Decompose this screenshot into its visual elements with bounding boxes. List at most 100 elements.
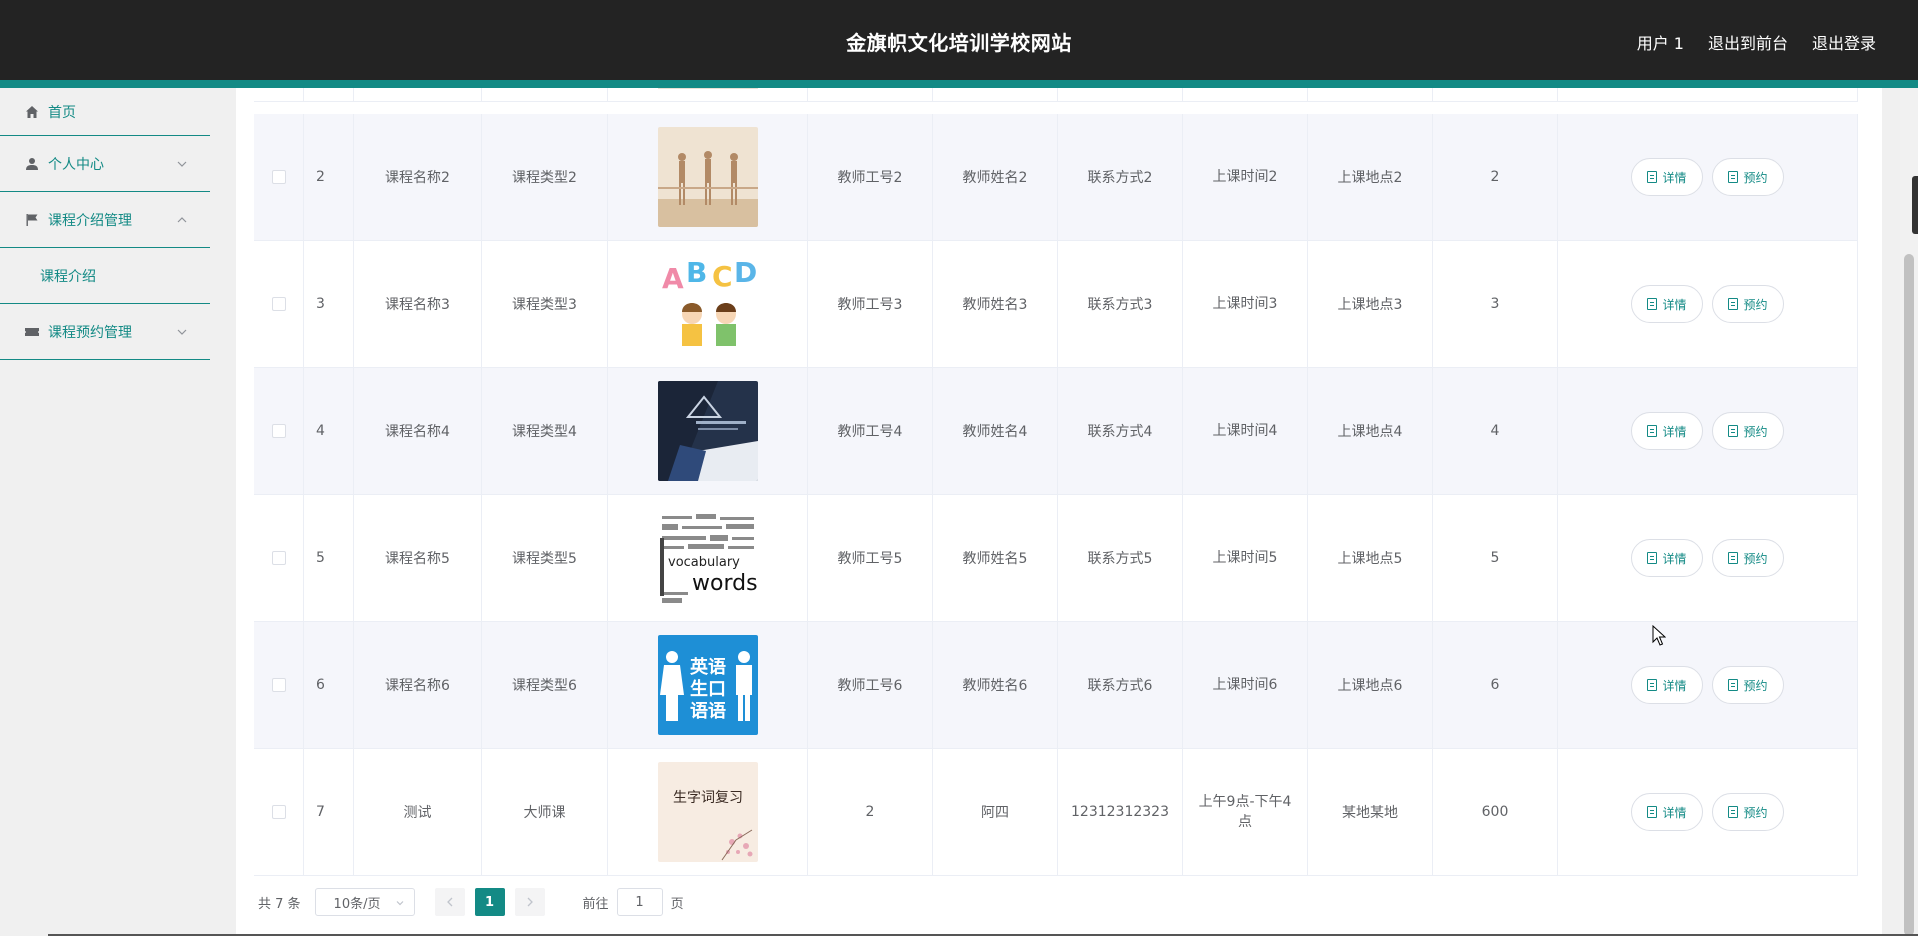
scrollbar-thumb[interactable] bbox=[1904, 254, 1914, 936]
edge-tab bbox=[1912, 176, 1918, 234]
chevron-left-icon bbox=[446, 897, 453, 907]
prev-page-button[interactable] bbox=[434, 888, 465, 916]
svg-text:D: D bbox=[734, 256, 757, 289]
detail-button[interactable]: 详情 bbox=[1631, 539, 1703, 577]
class-place: 某地某地 bbox=[1308, 749, 1433, 875]
teacher-name: 阿四 bbox=[933, 749, 1058, 875]
back-to-front-link[interactable]: 退出到前台 bbox=[1708, 30, 1788, 54]
chevron-right-icon bbox=[527, 897, 533, 907]
svg-text:B: B bbox=[686, 256, 707, 289]
thumb-text-1: 英语 bbox=[689, 656, 726, 678]
detail-button[interactable]: 详情 bbox=[1631, 666, 1703, 704]
page-number-current[interactable]: 1 bbox=[474, 888, 505, 916]
class-time: 上午9点-下午4点 bbox=[1183, 749, 1308, 875]
thumb-text-2: 生口 bbox=[690, 678, 726, 700]
teacher-no: 教师工号5 bbox=[808, 495, 933, 621]
page-size-select[interactable]: 10条/页 bbox=[314, 888, 415, 916]
teacher-no: 2 bbox=[808, 749, 933, 875]
sidebar-item-home[interactable]: 首页 bbox=[0, 88, 210, 136]
teacher-name: 教师姓名3 bbox=[933, 241, 1058, 367]
table-row: 4 课程名称4 课程类型4 教师工号4 教师姓名4 联系方式4 上课时间4 上课… bbox=[254, 368, 1858, 495]
teacher-name: 教师姓名4 bbox=[933, 368, 1058, 494]
class-time: 上课时间3 bbox=[1183, 241, 1308, 367]
site-title: 金旗帜文化培训学校网站 bbox=[846, 31, 1072, 55]
row-checkbox[interactable] bbox=[271, 297, 286, 311]
row-checkbox[interactable] bbox=[271, 170, 286, 184]
document-icon bbox=[1728, 298, 1739, 310]
row-checkbox[interactable] bbox=[271, 424, 286, 438]
course-image: vocabulary words bbox=[657, 508, 758, 608]
sidebar-item-course-booking-mgmt[interactable]: 课程预约管理 bbox=[0, 304, 210, 360]
book-button[interactable]: 预约 bbox=[1712, 285, 1784, 323]
teacher-no: 教师工号3 bbox=[808, 241, 933, 367]
document-icon bbox=[1728, 425, 1739, 437]
user-menu[interactable]: 用户 1 bbox=[1637, 30, 1684, 54]
course-type: 课程类型4 bbox=[482, 368, 608, 494]
course-type: 大师课 bbox=[482, 749, 608, 875]
pagination: 共 7 条 10条/页 1 前往 1 页 bbox=[258, 888, 684, 916]
book-button[interactable]: 预约 bbox=[1712, 539, 1784, 577]
logout-link[interactable]: 退出登录 bbox=[1812, 30, 1876, 54]
book-button[interactable]: 预约 bbox=[1712, 412, 1784, 450]
course-type: 课程类型6 bbox=[482, 622, 608, 748]
row-index: 7 bbox=[304, 749, 354, 875]
detail-button[interactable]: 详情 bbox=[1631, 412, 1703, 450]
detail-button[interactable]: 详情 bbox=[1631, 158, 1703, 196]
detail-button[interactable]: 详情 bbox=[1631, 285, 1703, 323]
sidebar-item-label: 个人中心 bbox=[48, 156, 104, 173]
document-icon bbox=[1728, 679, 1739, 691]
class-time: 上课时间6 bbox=[1183, 622, 1308, 748]
book-button[interactable]: 预约 bbox=[1712, 158, 1784, 196]
table-row-partial bbox=[254, 88, 1858, 102]
contact: 12312312323 bbox=[1058, 749, 1183, 875]
contact: 联系方式5 bbox=[1058, 495, 1183, 621]
teacher-name: 教师姓名2 bbox=[933, 114, 1058, 240]
class-time: 上课时间2 bbox=[1183, 114, 1308, 240]
sidebar-item-personal-center[interactable]: 个人中心 bbox=[0, 136, 210, 192]
user-icon bbox=[24, 156, 40, 172]
thumb-review-text: 生字词复习 bbox=[673, 789, 743, 806]
class-place: 上课地点4 bbox=[1308, 368, 1433, 494]
sidebar-subitem-course-intro[interactable]: 课程介绍 bbox=[0, 248, 210, 304]
svg-text:A: A bbox=[662, 262, 684, 295]
svg-text:C: C bbox=[712, 260, 733, 293]
row-index: 4 bbox=[304, 368, 354, 494]
sidebar-item-label: 课程预约管理 bbox=[48, 324, 132, 341]
row-checkbox[interactable] bbox=[271, 678, 286, 692]
total-count: 共 7 条 bbox=[258, 896, 301, 912]
flag-icon bbox=[24, 212, 40, 228]
header-nav: 用户 1 退出到前台 退出登录 bbox=[1637, 30, 1876, 54]
count: 2 bbox=[1433, 114, 1558, 240]
document-icon bbox=[1647, 171, 1658, 183]
table-row: 7 测试 大师课 生字词复习 2 阿四 12312312323 上午9点-下午4… bbox=[254, 749, 1858, 876]
chevron-down-icon bbox=[177, 329, 187, 335]
document-icon bbox=[1647, 552, 1658, 564]
teacher-name: 教师姓名6 bbox=[933, 622, 1058, 748]
course-image: A B C D bbox=[657, 254, 758, 354]
book-button[interactable]: 预约 bbox=[1712, 666, 1784, 704]
document-icon bbox=[1647, 425, 1658, 437]
count: 4 bbox=[1433, 368, 1558, 494]
course-image bbox=[657, 127, 758, 227]
main-panel: 2 课程名称2 课程类型2 教师工号2 教师姓名2 联系方式2 上课时间2 上课… bbox=[236, 88, 1882, 936]
class-time: 上课时间4 bbox=[1183, 368, 1308, 494]
course-name: 课程名称6 bbox=[354, 622, 482, 748]
thumb-text-3: 语语 bbox=[690, 701, 726, 722]
course-name: 课程名称5 bbox=[354, 495, 482, 621]
row-checkbox[interactable] bbox=[271, 805, 286, 819]
row-index: 5 bbox=[304, 495, 354, 621]
teacher-name: 教师姓名5 bbox=[933, 495, 1058, 621]
goto-page-input[interactable]: 1 bbox=[616, 888, 663, 916]
document-icon bbox=[1647, 806, 1658, 818]
course-name: 课程名称3 bbox=[354, 241, 482, 367]
sidebar-item-course-intro-mgmt[interactable]: 课程介绍管理 bbox=[0, 192, 210, 248]
row-checkbox[interactable] bbox=[271, 551, 286, 565]
detail-button[interactable]: 详情 bbox=[1631, 793, 1703, 831]
class-time: 上课时间5 bbox=[1183, 495, 1308, 621]
book-button[interactable]: 预约 bbox=[1712, 793, 1784, 831]
home-icon bbox=[24, 104, 40, 120]
contact: 联系方式2 bbox=[1058, 114, 1183, 240]
next-page-button[interactable] bbox=[514, 888, 545, 916]
contact: 联系方式6 bbox=[1058, 622, 1183, 748]
count: 6 bbox=[1433, 622, 1558, 748]
